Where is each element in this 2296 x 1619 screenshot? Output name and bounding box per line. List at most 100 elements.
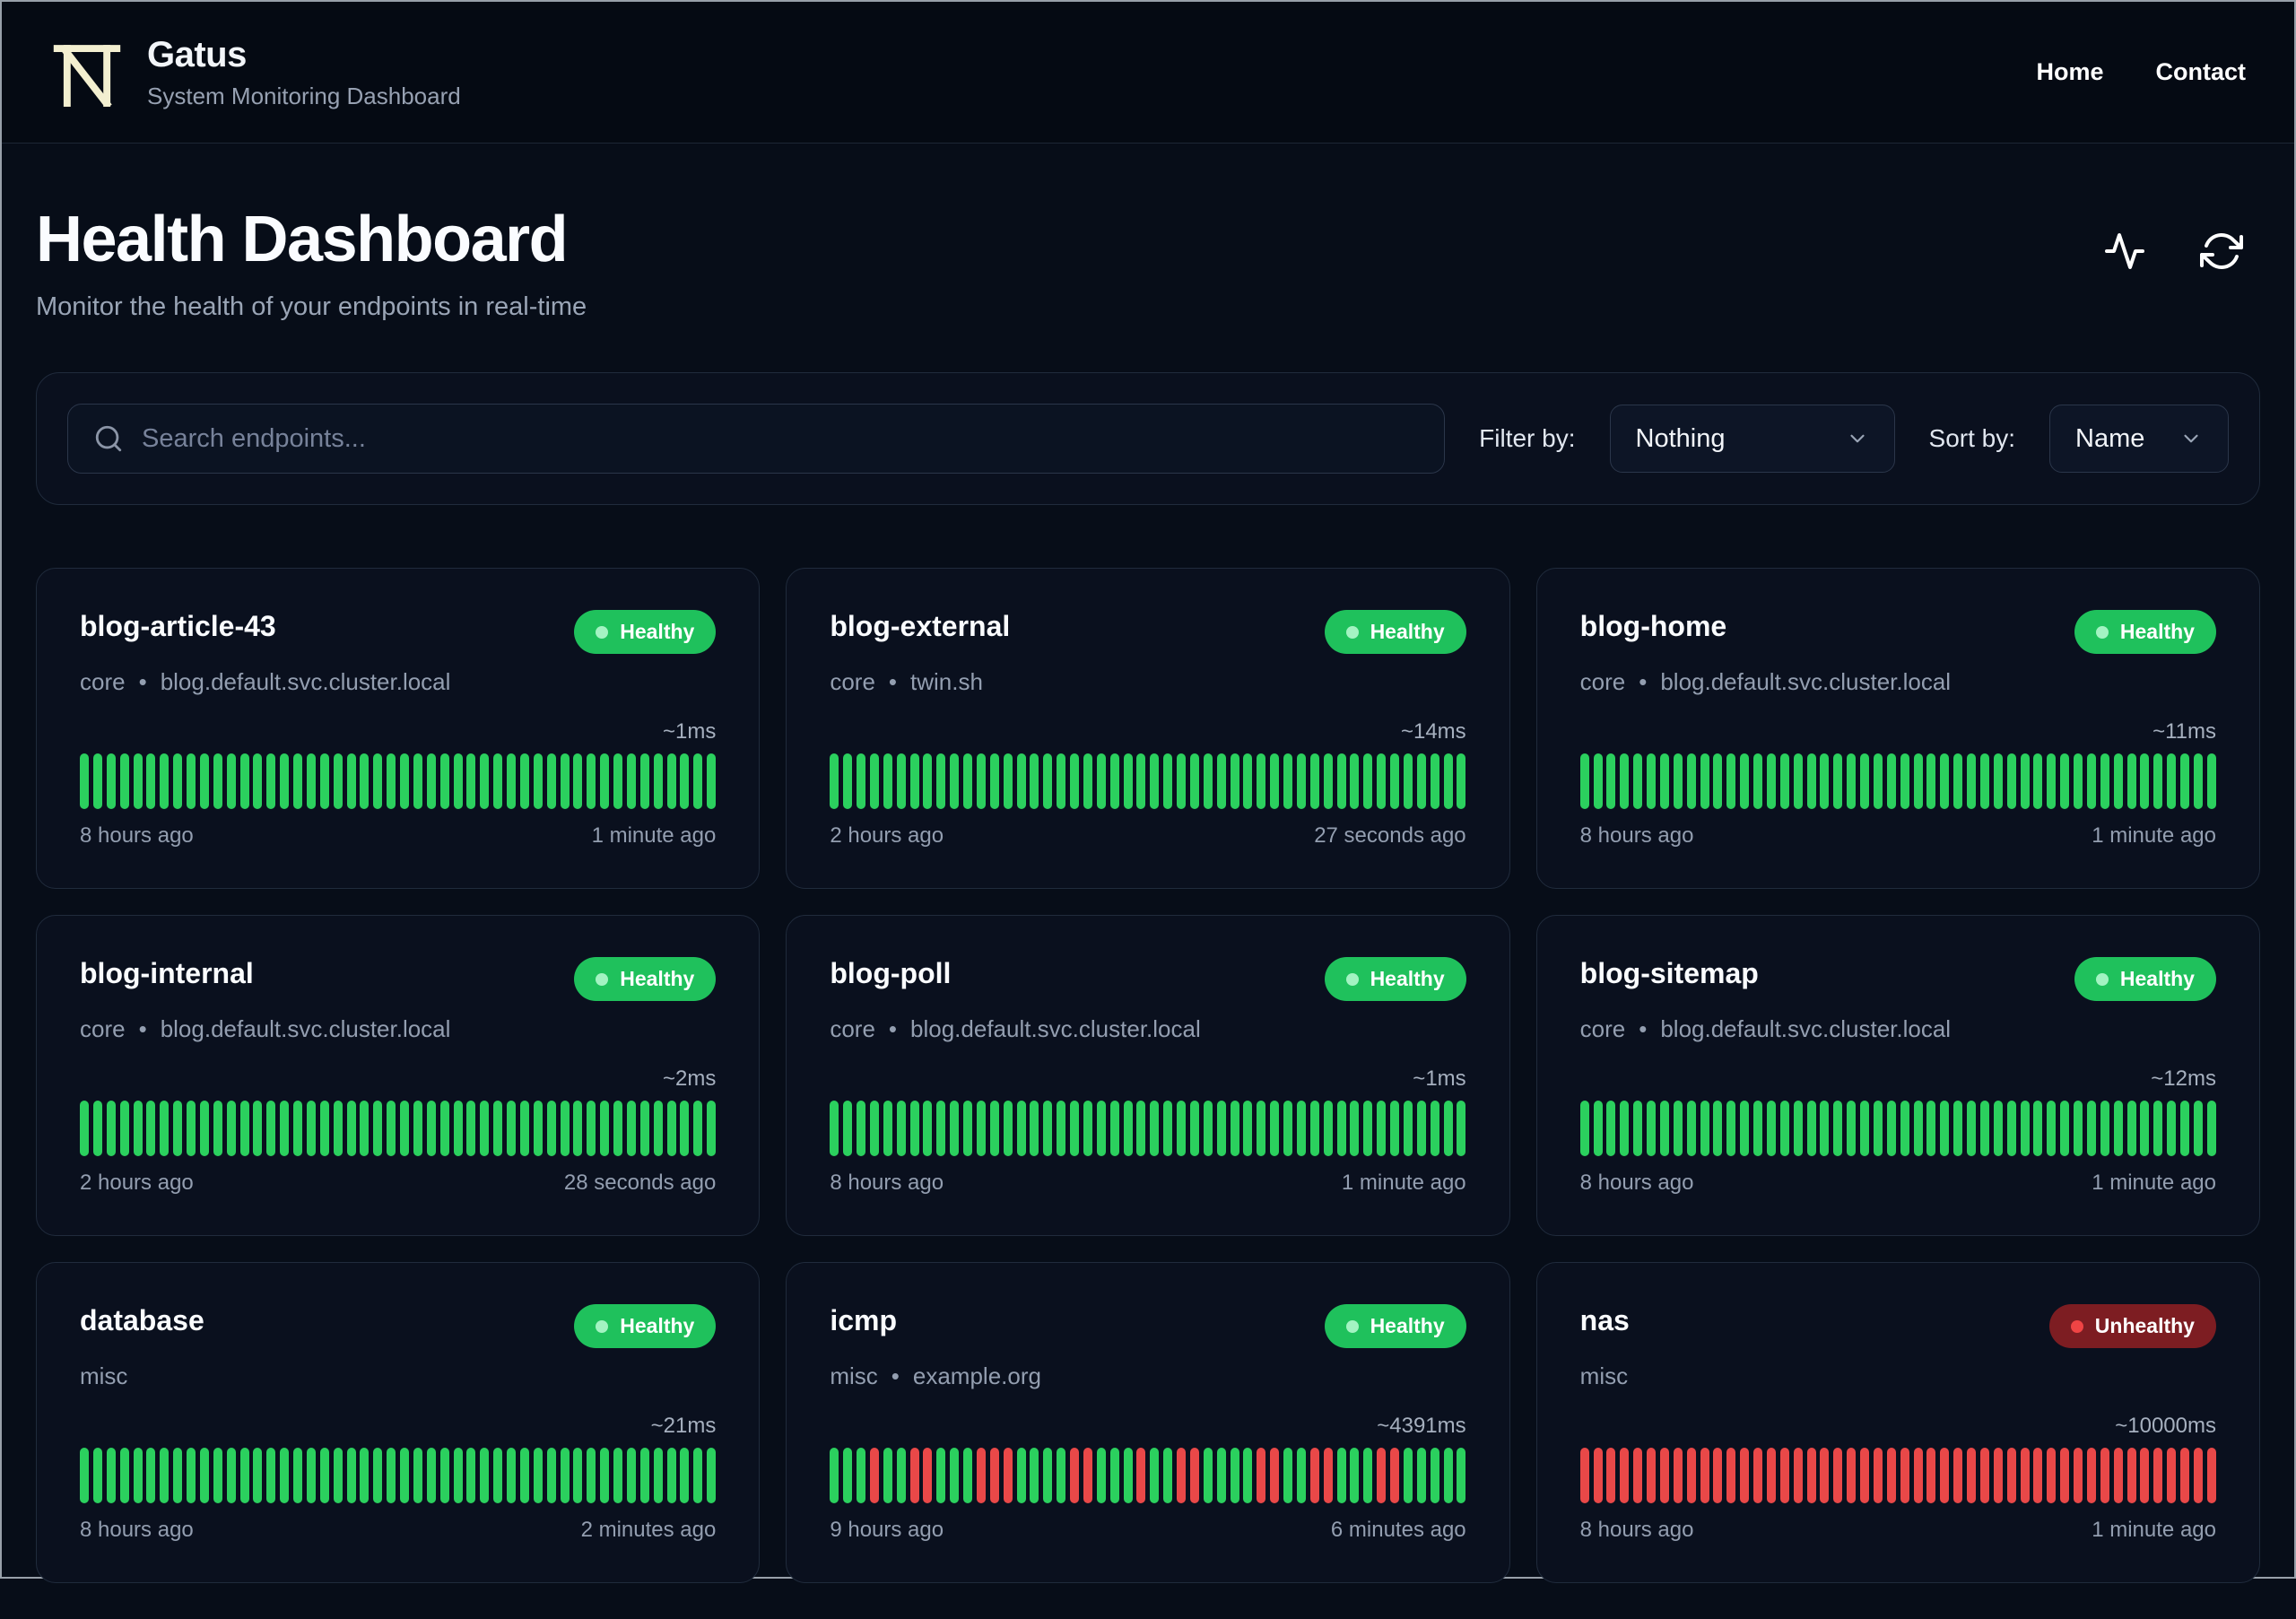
uptime-bar — [1967, 1448, 1977, 1503]
gatus-logo-icon — [50, 36, 124, 109]
times-row: 8 hours ago 1 minute ago — [1580, 1171, 2216, 1196]
endpoint-meta: core • twin.sh — [830, 668, 1465, 696]
nav-link-contact[interactable]: Contact — [2156, 58, 2247, 86]
uptime-bars — [80, 1101, 717, 1156]
uptime-bar — [400, 1448, 409, 1503]
endpoint-card[interactable]: blog-sitemap Healthy core • blog.default… — [1535, 915, 2260, 1236]
endpoint-card[interactable]: blog-article-43 Healthy core • blog.defa… — [36, 568, 761, 889]
uptime-bar — [293, 753, 302, 809]
uptime-bar — [1833, 1101, 1843, 1156]
latency-value: ~1ms — [662, 719, 717, 744]
uptime-bar — [239, 1448, 249, 1503]
uptime-bar — [1606, 1448, 1616, 1503]
uptime-bar — [199, 753, 209, 809]
uptime-bar — [869, 753, 879, 809]
uptime-bar — [1647, 1101, 1657, 1156]
uptime-bar — [466, 1448, 476, 1503]
uptime-bar — [1779, 1101, 1789, 1156]
uptime-bar — [1177, 1448, 1187, 1503]
uptime-bar — [843, 753, 853, 809]
uptime-bar — [1057, 753, 1066, 809]
uptime-bar — [253, 1101, 263, 1156]
uptime-bar — [1820, 1101, 1830, 1156]
uptime-bar — [1620, 1448, 1630, 1503]
uptime-bar — [883, 1448, 892, 1503]
activity-icon[interactable] — [2102, 230, 2147, 274]
uptime-bar — [1913, 1448, 1923, 1503]
endpoint-card[interactable]: icmp Healthy misc • example.org ~4391ms … — [786, 1262, 1510, 1583]
uptime-bar — [493, 1448, 503, 1503]
uptime-bar — [453, 1101, 463, 1156]
endpoint-card[interactable]: blog-internal Healthy core • blog.defaul… — [36, 915, 761, 1236]
refresh-icon[interactable] — [2199, 230, 2244, 274]
uptime-bar — [400, 1101, 409, 1156]
uptime-bar — [1766, 1101, 1776, 1156]
uptime-bar — [1016, 753, 1026, 809]
uptime-bar — [439, 1448, 449, 1503]
uptime-bar — [1726, 1101, 1736, 1156]
uptime-bar — [80, 1448, 89, 1503]
uptime-bar — [1403, 1448, 1413, 1503]
uptime-bar — [213, 1101, 222, 1156]
uptime-bar — [226, 753, 236, 809]
uptime-bar — [373, 1101, 383, 1156]
search-input[interactable] — [142, 423, 1420, 454]
uptime-bar — [639, 1448, 649, 1503]
endpoint-name: icmp — [830, 1304, 898, 1336]
nav-link-home[interactable]: Home — [2036, 58, 2103, 86]
time-oldest: 2 hours ago — [830, 823, 944, 848]
uptime-bar — [546, 753, 556, 809]
endpoint-card[interactable]: nas Unhealthy misc ~10000ms 8 hours ago … — [1535, 1262, 2260, 1583]
app-title: Gatus — [147, 34, 247, 74]
uptime-bar — [1700, 1101, 1709, 1156]
uptime-bar — [1633, 1448, 1643, 1503]
uptime-bar — [1430, 1101, 1439, 1156]
page-subtitle: Monitor the health of your endpoints in … — [36, 292, 587, 321]
sort-select[interactable]: Name — [2049, 405, 2229, 473]
endpoint-card[interactable]: blog-external Healthy core • twin.sh ~14… — [786, 568, 1510, 889]
uptime-bar — [1083, 753, 1092, 809]
uptime-bar — [1806, 1101, 1816, 1156]
endpoint-card[interactable]: blog-poll Healthy core • blog.default.sv… — [786, 915, 1510, 1236]
chevron-down-icon — [1849, 434, 1865, 443]
uptime-bar — [936, 753, 946, 809]
endpoint-name: blog-poll — [830, 957, 952, 989]
uptime-bar — [2113, 1101, 2123, 1156]
uptime-bar — [146, 753, 156, 809]
uptime-bar — [1109, 753, 1119, 809]
top-nav: Home Contact — [2036, 58, 2246, 86]
uptime-bar — [1593, 753, 1603, 809]
uptime-bar — [1336, 1101, 1346, 1156]
uptime-bar — [883, 753, 892, 809]
status-dot-icon — [1345, 1319, 1359, 1333]
uptime-bar — [2074, 1101, 2083, 1156]
filter-select[interactable]: Nothing — [1609, 405, 1895, 473]
uptime-bar — [600, 753, 610, 809]
uptime-bar — [1593, 1448, 1603, 1503]
uptime-bar — [1296, 1101, 1306, 1156]
uptime-bar — [199, 1448, 209, 1503]
uptime-bar — [306, 1101, 316, 1156]
uptime-bar — [106, 1448, 116, 1503]
uptime-bar — [1673, 1448, 1683, 1503]
uptime-bar — [80, 1101, 89, 1156]
endpoint-card[interactable]: blog-home Healthy core • blog.default.sv… — [1535, 568, 2260, 889]
uptime-bar — [573, 753, 583, 809]
uptime-bar — [1163, 1101, 1173, 1156]
endpoint-name: blog-external — [830, 610, 1011, 642]
status-badge: Healthy — [574, 610, 717, 654]
uptime-bar — [92, 1101, 102, 1156]
uptime-bar — [693, 1101, 703, 1156]
latency-value: ~1ms — [1413, 1066, 1466, 1091]
latency-value: ~14ms — [1400, 719, 1466, 744]
status-label: Healthy — [1370, 1314, 1445, 1337]
uptime-bar — [1430, 1448, 1439, 1503]
uptime-bar — [560, 1101, 570, 1156]
uptime-bar — [1700, 1448, 1709, 1503]
uptime-bar — [830, 1448, 839, 1503]
endpoint-separator: • — [1639, 1015, 1648, 1042]
uptime-bar — [680, 1101, 690, 1156]
endpoint-card[interactable]: database Healthy misc ~21ms 8 hours ago … — [36, 1262, 761, 1583]
uptime-bar — [1686, 1448, 1696, 1503]
uptime-bar — [560, 753, 570, 809]
